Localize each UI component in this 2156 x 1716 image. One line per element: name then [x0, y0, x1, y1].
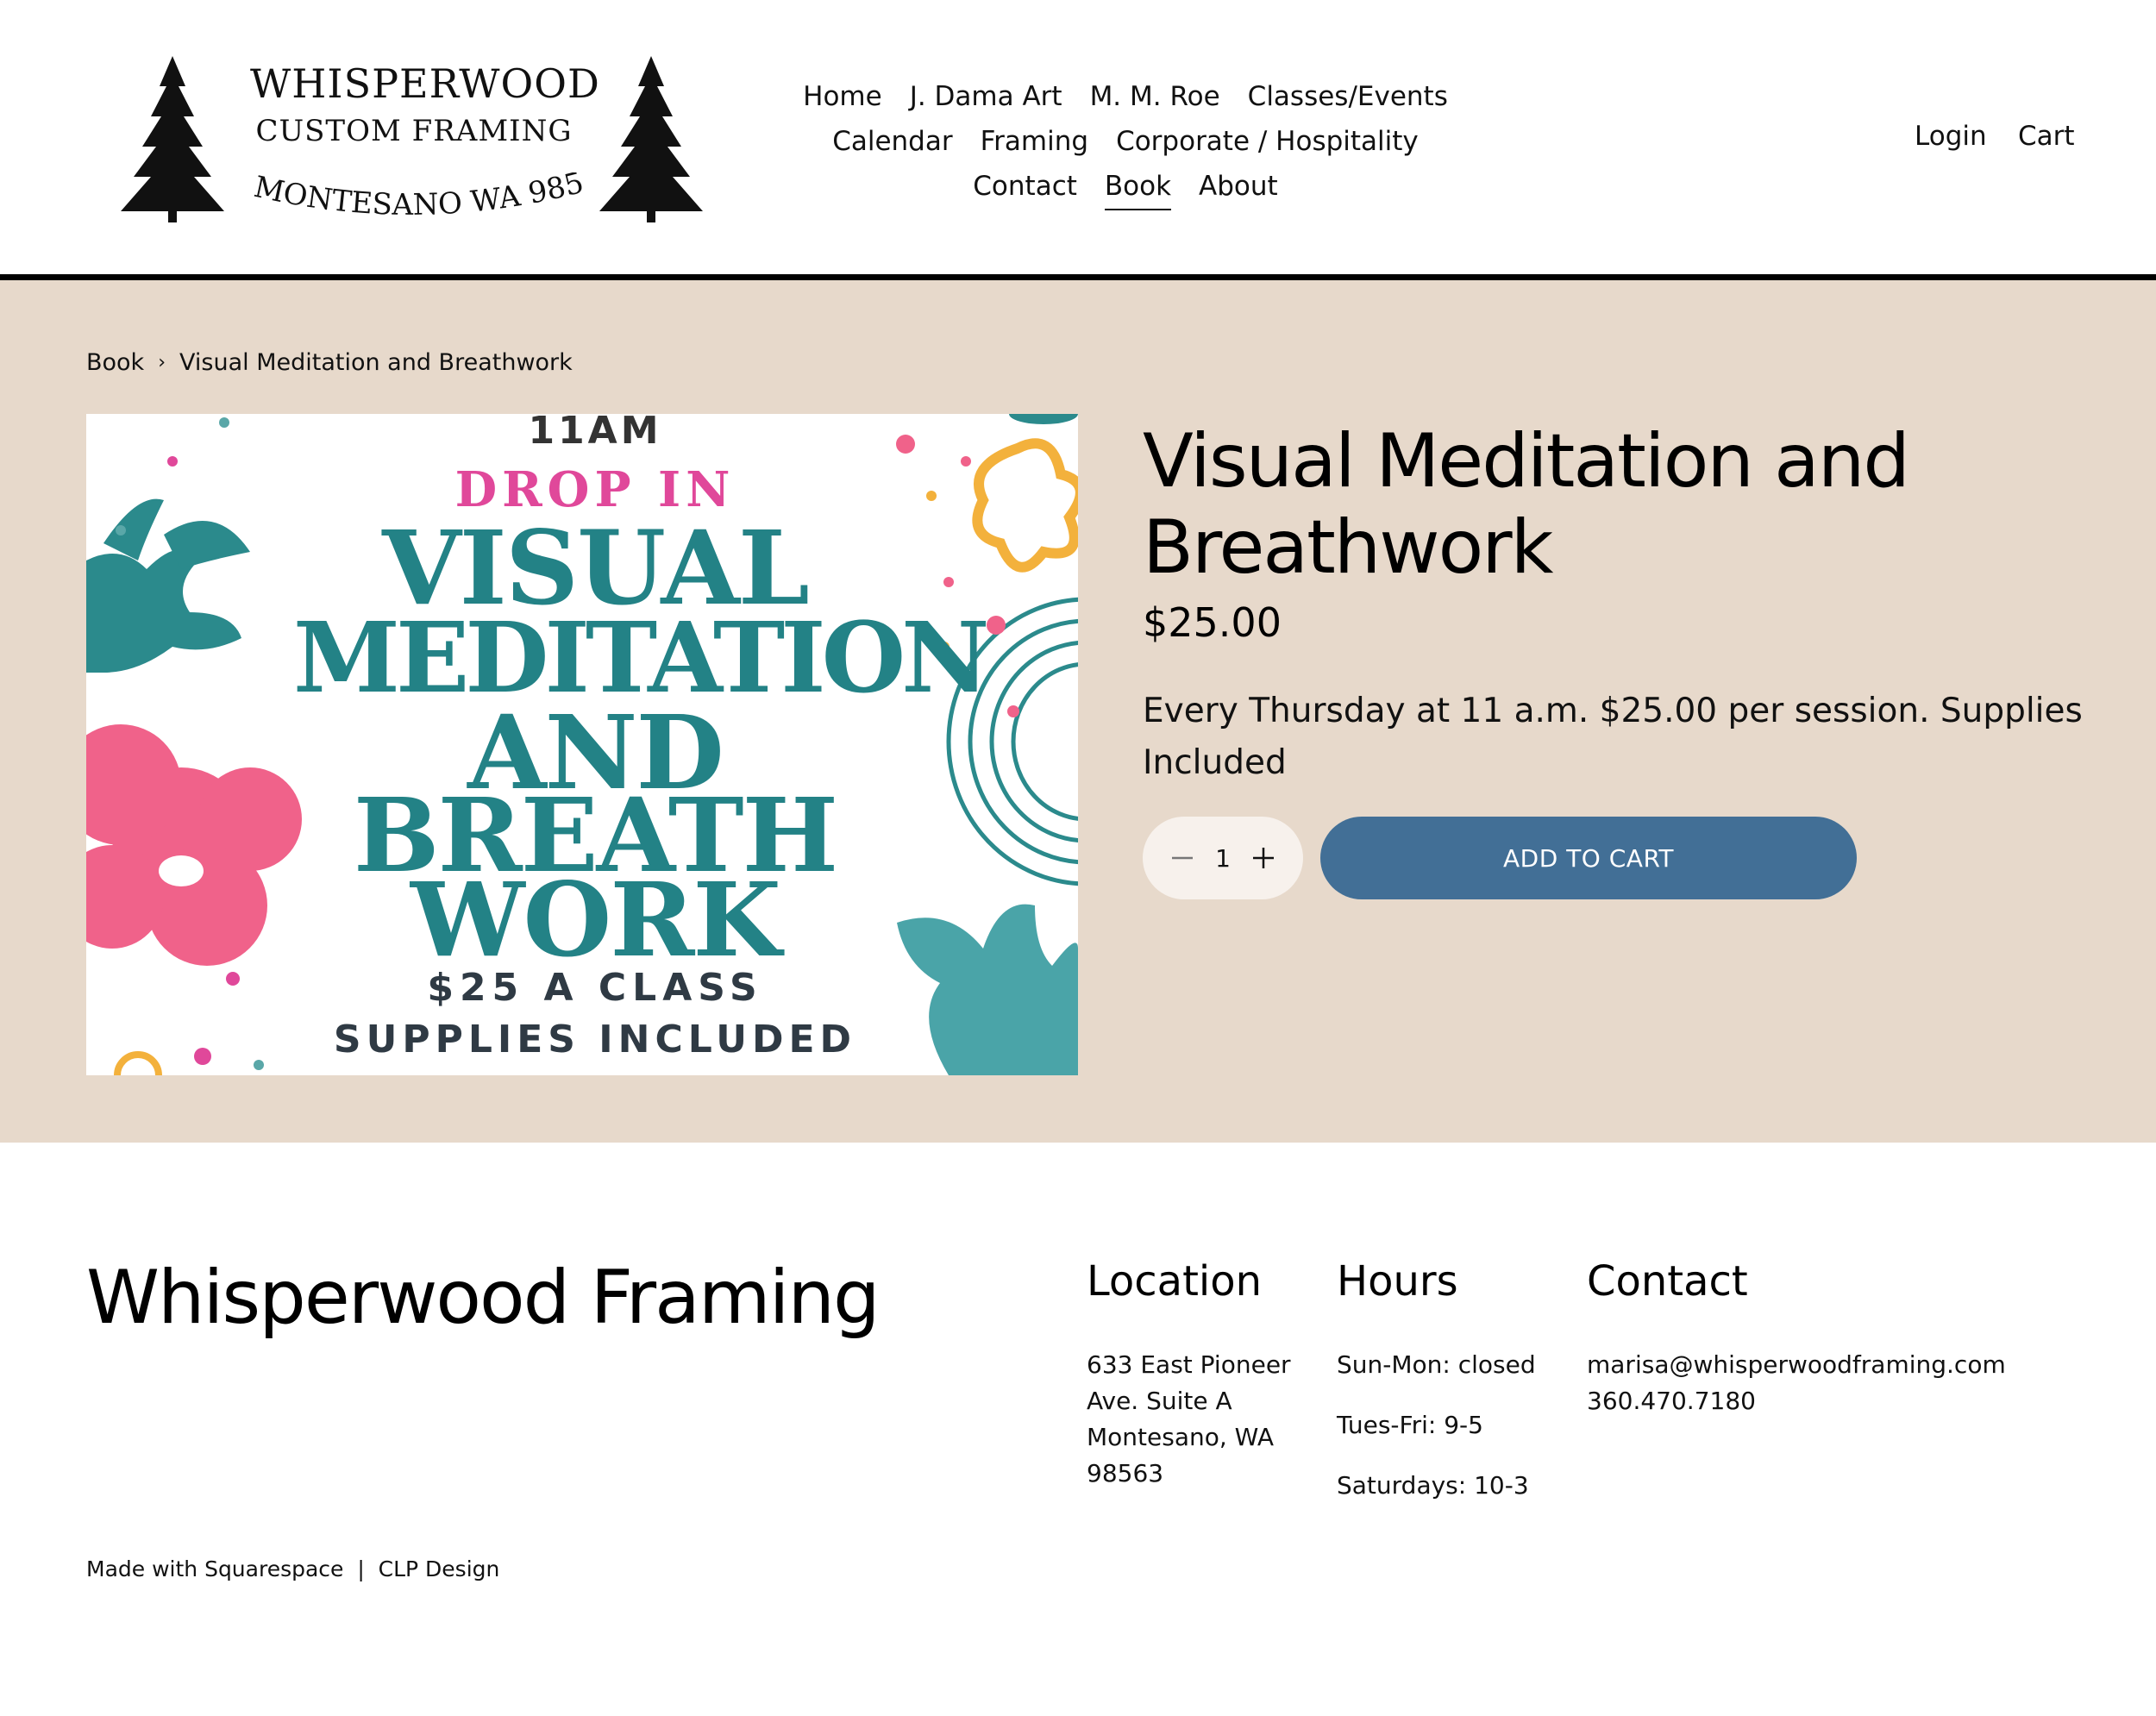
- footer-address-line: Ave. Suite A: [1087, 1387, 1232, 1415]
- nav-j-dama-art[interactable]: J. Dama Art: [910, 76, 1062, 121]
- plus-icon: [1252, 848, 1274, 868]
- quantity-stepper: 1: [1143, 817, 1303, 899]
- main-nav: Home J. Dama Art M. M. Roe Classes/Event…: [759, 76, 1492, 210]
- footer-credit[interactable]: Made with Squarespace | CLP Design: [86, 1556, 499, 1581]
- nav-corporate-hospitality[interactable]: Corporate / Hospitality: [1116, 121, 1419, 166]
- poster-time: 11AM: [528, 414, 662, 453]
- nav-m-m-roe[interactable]: M. M. Roe: [1090, 76, 1220, 121]
- quantity-value[interactable]: 1: [1215, 844, 1231, 873]
- footer-hours: Hours Sun-Mon: closed Tues-Fri: 9-5 Satu…: [1337, 1257, 1536, 1504]
- nav-contact[interactable]: Contact: [973, 166, 1077, 210]
- cart-link[interactable]: Cart: [2018, 121, 2075, 152]
- footer-contact: Contact marisa@whisperwoodframing.com 36…: [1587, 1257, 2006, 1419]
- footer-address-line: 98563: [1087, 1459, 1164, 1487]
- footer-email-link[interactable]: marisa@whisperwoodframing.com: [1587, 1350, 2006, 1379]
- product-image[interactable]: 11AM DROP IN VISUAL MEDITATION AND BREAT…: [86, 414, 1078, 1075]
- orange-squiggle-icon: [972, 438, 1078, 573]
- pink-flower-icon: [86, 724, 302, 966]
- site-logo[interactable]: WHISPERWOOD CUSTOM FRAMING MONTESANO WA …: [108, 52, 716, 233]
- footer-address-line: Montesano, WA: [1087, 1423, 1274, 1451]
- pine-tree-left-icon: [121, 56, 224, 222]
- teal-leaf-right-icon: [897, 904, 1078, 1075]
- footer-contact-heading: Contact: [1587, 1257, 1748, 1306]
- product-price: $25.00: [1143, 599, 1282, 646]
- poster-work: WORK: [411, 860, 781, 980]
- nav-framing[interactable]: Framing: [981, 121, 1088, 166]
- login-link[interactable]: Login: [1915, 121, 1987, 152]
- footer-hours-line: Sun-Mon: closed: [1337, 1350, 1536, 1379]
- logo-text-montesano: MONTESANO WA 98563: [237, 172, 587, 222]
- product-section: Book › Visual Meditation and Breathwork: [0, 280, 2156, 1143]
- footer-hours-line: Saturdays: 10-3: [1337, 1471, 1529, 1500]
- logo-text-whisperwood: WHISPERWOOD: [250, 60, 600, 107]
- header-divider: [0, 274, 2156, 280]
- add-to-cart-button[interactable]: ADD TO CART: [1320, 817, 1857, 899]
- footer-phone-link[interactable]: 360.470.7180: [1587, 1387, 1756, 1415]
- pine-tree-right-icon: [599, 56, 703, 222]
- logo-text-custom-framing: CUSTOM FRAMING: [255, 114, 573, 148]
- product-description: Every Thursday at 11 a.m. $25.00 per ses…: [1143, 692, 2083, 782]
- footer-location-heading: Location: [1087, 1257, 1263, 1306]
- footer-location: Location 633 East Pioneer Ave. Suite A M…: [1087, 1257, 1291, 1492]
- decrease-quantity-button[interactable]: [1167, 842, 1198, 874]
- teal-leaf-left-icon: [86, 498, 250, 673]
- nav-book[interactable]: Book: [1104, 166, 1172, 210]
- footer-hours-line: Tues-Fri: 9-5: [1337, 1411, 1483, 1439]
- site-header: WHISPERWOOD CUSTOM FRAMING MONTESANO WA …: [0, 0, 2156, 274]
- breadcrumb-current: Visual Meditation and Breathwork: [179, 349, 573, 376]
- footer-hours-heading: Hours: [1337, 1257, 1458, 1306]
- increase-quantity-button[interactable]: [1248, 842, 1279, 874]
- breadcrumb-separator: ›: [158, 352, 166, 373]
- minus-icon: [1172, 856, 1193, 860]
- product-title: Visual Meditation and Breathwork: [1143, 418, 1910, 591]
- nav-classes-events[interactable]: Classes/Events: [1248, 76, 1448, 121]
- footer-address-line: 633 East Pioneer: [1087, 1350, 1291, 1379]
- nav-home[interactable]: Home: [803, 76, 882, 121]
- nav-calendar[interactable]: Calendar: [832, 121, 952, 166]
- poster-price: $25 A CLASS: [427, 966, 763, 1010]
- nav-about[interactable]: About: [1199, 166, 1278, 210]
- svg-text:MONTESANO WA 98563: MONTESANO WA 98563: [237, 172, 587, 222]
- poster-supplies: SUPPLIES INCLUDED: [333, 1018, 857, 1062]
- footer-brand: Whisperwood Framing: [86, 1255, 881, 1341]
- breadcrumb: Book › Visual Meditation and Breathwork: [86, 349, 573, 376]
- breadcrumb-book-link[interactable]: Book: [86, 349, 144, 376]
